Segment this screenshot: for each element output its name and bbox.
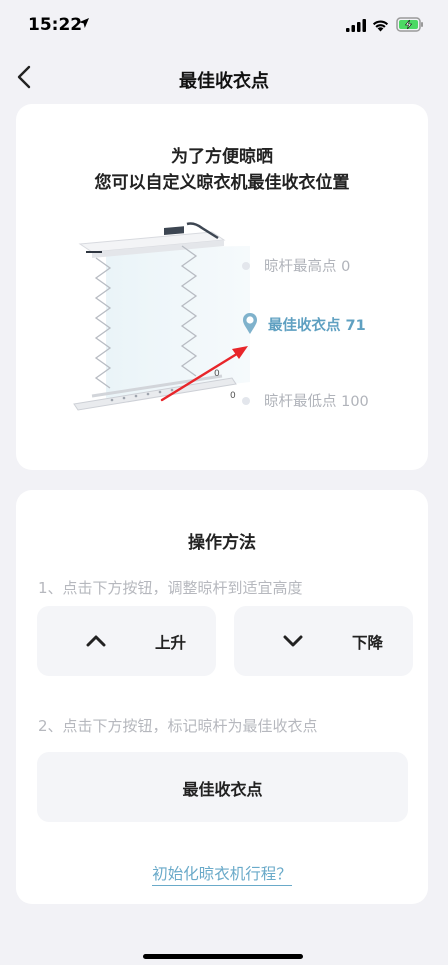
page-title: 最佳收衣点 [179,71,269,92]
lower-button[interactable]: 下降 [234,606,413,676]
set-best-point-button[interactable]: 最佳收衣点 [37,752,408,822]
navigation-bar: 最佳收衣点 [0,52,448,102]
svg-text:0: 0 [230,391,236,401]
chevron-up-icon [86,635,106,647]
raise-button[interactable]: 上升 [37,606,216,676]
level-highest: 晾杆最高点 0 [242,255,350,276]
clothes-rack-illustration: 0 0 [73,222,250,411]
step-1-text: 1、点击下方按钮，调整晾杆到适宜高度 [38,579,303,597]
wifi-icon [372,20,389,32]
level-lowest: 晾杆最低点 100 [242,390,369,411]
init-travel-link[interactable]: 初始化晾衣机行程？ [16,862,428,886]
level-best-label: 最佳收衣点 71 [268,317,366,334]
level-dot [242,396,250,405]
rack-panel [106,246,250,398]
level-best: 最佳收衣点 71 [242,312,366,336]
svg-text:0: 0 [214,369,220,379]
level-lowest-label: 晾杆最低点 100 [264,394,369,410]
step-2-text: 2、点击下方按钮，标记晾杆为最佳收衣点 [38,717,318,735]
battery-charging-icon [396,17,423,32]
section-title: 操作方法 [188,533,256,553]
location-arrow-icon [79,18,89,28]
level-dot [242,261,250,270]
status-time: 15:22 [28,15,83,35]
cellular-signal-icon [346,19,366,32]
intro-line-2: 您可以自定义晾衣机最佳收衣位置 [94,173,350,193]
status-bar: 15:22 [0,0,448,52]
location-pin-icon [243,313,257,334]
operation-card: 操作方法 1、点击下方按钮，调整晾杆到适宜高度 上升 下降 2、点击下方按钮，标… [16,490,428,904]
illustration-card: 为了方便晾晒 您可以自定义晾衣机最佳收衣位置 0 0 晾杆最高点 0 最佳收衣点… [16,104,428,470]
chevron-down-icon [283,635,303,647]
level-highest-label: 晾杆最高点 0 [264,259,351,275]
raise-button-label: 上升 [155,634,187,652]
lower-button-label: 下降 [352,634,384,652]
home-indicator [143,954,303,959]
intro-line-1: 为了方便晾晒 [171,147,273,167]
init-travel-link-text: 初始化晾衣机行程？ [152,865,292,886]
set-best-point-label: 最佳收衣点 [182,780,263,799]
